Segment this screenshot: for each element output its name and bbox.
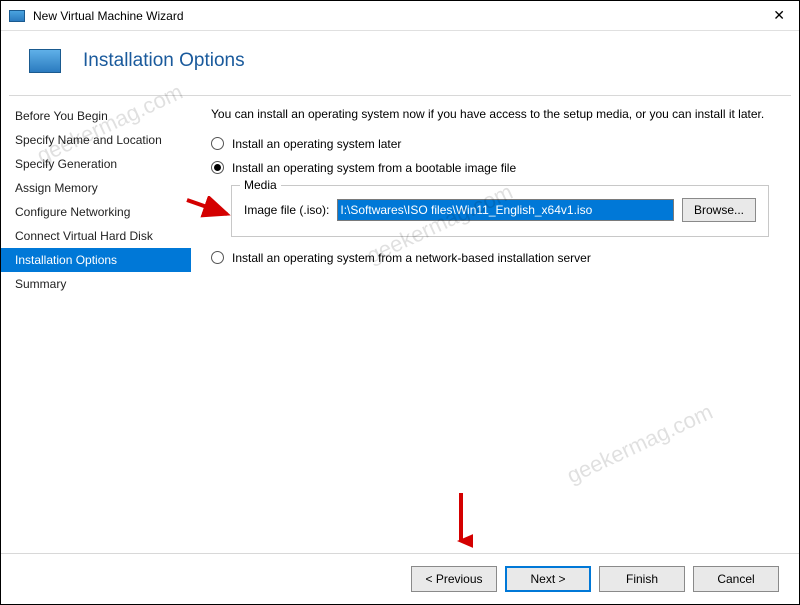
sidebar-item-summary[interactable]: Summary: [1, 272, 191, 296]
option-install-bootable[interactable]: Install an operating system from a boota…: [211, 161, 779, 175]
cancel-button[interactable]: Cancel: [693, 566, 779, 592]
media-row: Image file (.iso): I:\Softwares\ISO file…: [244, 198, 756, 222]
wizard-window: New Virtual Machine Wizard ✕ Installatio…: [0, 0, 800, 605]
intro-text: You can install an operating system now …: [211, 106, 779, 123]
browse-button[interactable]: Browse...: [682, 198, 756, 222]
previous-button[interactable]: < Previous: [411, 566, 497, 592]
option-install-later-label: Install an operating system later: [232, 137, 401, 151]
sidebar-item-specify-name-location[interactable]: Specify Name and Location: [1, 128, 191, 152]
option-install-bootable-label: Install an operating system from a boota…: [232, 161, 516, 175]
app-icon: [9, 10, 25, 22]
window-title: New Virtual Machine Wizard: [33, 9, 767, 23]
radio-icon: [211, 161, 224, 174]
sidebar-item-assign-memory[interactable]: Assign Memory: [1, 176, 191, 200]
wizard-footer: < Previous Next > Finish Cancel: [1, 553, 799, 604]
option-install-network[interactable]: Install an operating system from a netwo…: [211, 251, 779, 265]
sidebar-item-before-you-begin[interactable]: Before You Begin: [1, 104, 191, 128]
image-file-label: Image file (.iso):: [244, 203, 329, 217]
wizard-steps-sidebar: Before You Begin Specify Name and Locati…: [1, 96, 191, 553]
radio-icon: [211, 137, 224, 150]
sidebar-item-installation-options[interactable]: Installation Options: [1, 248, 191, 272]
media-legend: Media: [240, 178, 281, 192]
page-title: Installation Options: [83, 50, 245, 72]
finish-button[interactable]: Finish: [599, 566, 685, 592]
next-button[interactable]: Next >: [505, 566, 591, 592]
media-group: Media Image file (.iso): I:\Softwares\IS…: [231, 185, 769, 237]
image-file-value: I:\Softwares\ISO files\Win11_English_x64…: [340, 203, 592, 217]
sidebar-item-connect-vhd[interactable]: Connect Virtual Hard Disk: [1, 224, 191, 248]
header-icon: [29, 49, 61, 73]
sidebar-item-configure-networking[interactable]: Configure Networking: [1, 200, 191, 224]
wizard-body: Before You Begin Specify Name and Locati…: [1, 96, 799, 553]
titlebar: New Virtual Machine Wizard ✕: [1, 1, 799, 31]
wizard-header: Installation Options: [1, 31, 799, 95]
sidebar-item-specify-generation[interactable]: Specify Generation: [1, 152, 191, 176]
wizard-content: You can install an operating system now …: [191, 96, 799, 553]
radio-icon: [211, 251, 224, 264]
image-file-input[interactable]: I:\Softwares\ISO files\Win11_English_x64…: [337, 199, 674, 221]
close-icon[interactable]: ✕: [767, 7, 791, 24]
option-install-network-label: Install an operating system from a netwo…: [232, 251, 591, 265]
option-install-later[interactable]: Install an operating system later: [211, 137, 779, 151]
